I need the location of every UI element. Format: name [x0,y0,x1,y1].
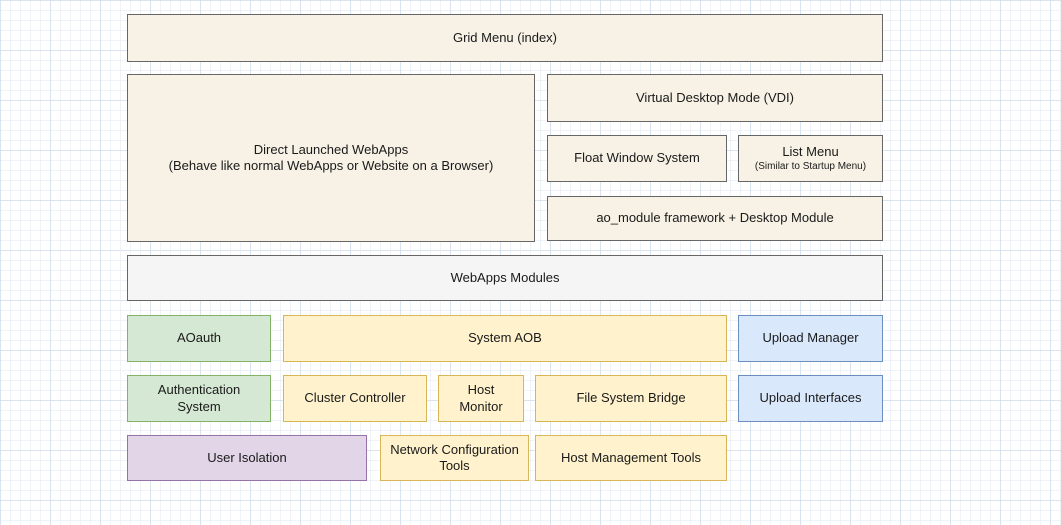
node-label: System AOB [468,330,542,346]
node-label: Direct Launched WebApps [254,142,408,158]
diagram-node-virtual-desktop-mode[interactable]: Virtual Desktop Mode (VDI) [547,74,883,122]
node-label: Network Configuration Tools [389,442,520,475]
node-label: Virtual Desktop Mode (VDI) [636,90,794,106]
diagram-node-host-management-tools[interactable]: Host Management Tools [535,435,727,481]
diagram-node-float-window-system[interactable]: Float Window System [547,135,727,182]
node-sublabel: (Similar to Startup Menu) [755,161,866,174]
node-label: Host Management Tools [561,450,701,466]
node-label: Float Window System [574,150,700,166]
node-sublabel: (Behave like normal WebApps or Website o… [169,158,494,174]
diagram-node-grid-menu[interactable]: Grid Menu (index) [127,14,883,62]
diagram-node-authentication-system[interactable]: Authentication System [127,375,271,422]
node-label: Upload Interfaces [760,390,862,406]
diagram-node-cluster-controller[interactable]: Cluster Controller [283,375,427,422]
node-label: Authentication System [136,382,262,415]
diagram-node-network-configuration-tools[interactable]: Network Configuration Tools [380,435,529,481]
diagram-node-upload-manager[interactable]: Upload Manager [738,315,883,362]
diagram-canvas: Grid Menu (index) Direct Launched WebApps… [0,0,1061,525]
node-label: File System Bridge [576,390,685,406]
diagram-node-aoauth[interactable]: AOauth [127,315,271,362]
diagram-node-ao-module-framework[interactable]: ao_module framework + Desktop Module [547,196,883,241]
node-label: AOauth [177,330,221,346]
diagram-node-file-system-bridge[interactable]: File System Bridge [535,375,727,422]
diagram-node-host-monitor[interactable]: Host Monitor [438,375,524,422]
node-label: Cluster Controller [304,390,405,406]
node-label: User Isolation [207,450,286,466]
node-label: Upload Manager [762,330,858,346]
node-label: Grid Menu (index) [453,30,557,46]
node-label: Host Monitor [447,382,515,415]
diagram-node-user-isolation[interactable]: User Isolation [127,435,367,481]
node-label: ao_module framework + Desktop Module [596,210,833,226]
diagram-node-system-aob[interactable]: System AOB [283,315,727,362]
diagram-node-upload-interfaces[interactable]: Upload Interfaces [738,375,883,422]
diagram-node-direct-launched-webapps[interactable]: Direct Launched WebApps(Behave like norm… [127,74,535,242]
node-label: List Menu [782,144,838,160]
diagram-node-list-menu[interactable]: List Menu(Similar to Startup Menu) [738,135,883,182]
node-label: WebApps Modules [451,270,560,286]
diagram-node-webapps-modules[interactable]: WebApps Modules [127,255,883,301]
